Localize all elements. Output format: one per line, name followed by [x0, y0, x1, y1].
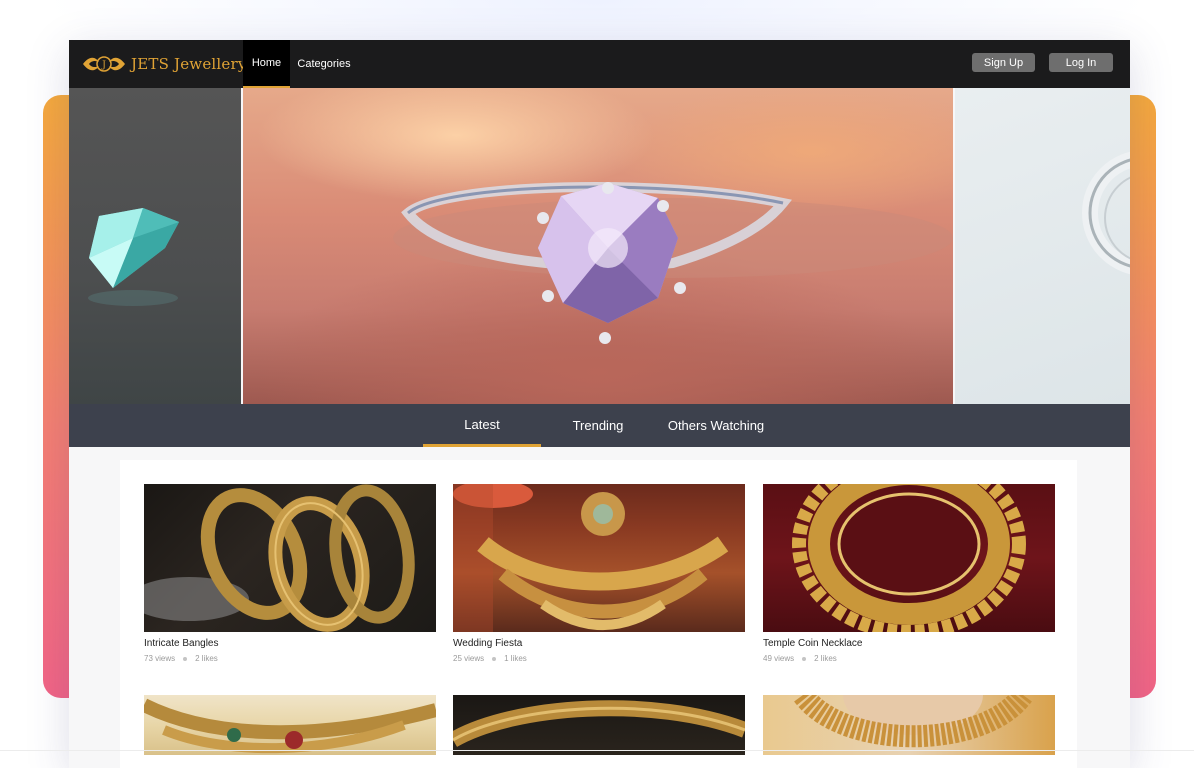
- item-meta: 25 views 1 likes: [453, 654, 745, 663]
- nav-tab-home[interactable]: Home: [243, 40, 290, 88]
- list-item[interactable]: [144, 695, 436, 755]
- brand-logo-icon: J: [83, 56, 125, 72]
- tab-latest[interactable]: Latest: [423, 404, 541, 447]
- item-likes: 2 likes: [195, 654, 218, 663]
- nav-tab-categories[interactable]: Categories: [293, 40, 355, 88]
- tab-others-watching[interactable]: Others Watching: [661, 404, 771, 447]
- list-item[interactable]: [453, 695, 745, 755]
- item-meta: 73 views 2 likes: [144, 654, 436, 663]
- app-window: J JETS Jewellery Home Categories Sign Up…: [69, 40, 1130, 768]
- svg-text:J: J: [101, 61, 106, 71]
- item-thumbnail[interactable]: [144, 484, 436, 632]
- gold-bangle-image: [453, 700, 745, 747]
- item-likes: 2 likes: [814, 654, 837, 663]
- diamond-image: [88, 208, 179, 306]
- hero-carousel[interactable]: [69, 88, 1130, 404]
- item-title[interactable]: Wedding Fiesta: [453, 638, 745, 649]
- item-thumbnail[interactable]: [453, 484, 745, 632]
- carousel-slide-next[interactable]: [955, 88, 1130, 404]
- silver-ring-image: [1082, 151, 1130, 275]
- temple-coin-necklace-image: [792, 484, 1026, 632]
- top-navbar: J JETS Jewellery Home Categories Sign Up…: [69, 40, 1130, 88]
- item-title[interactable]: Intricate Bangles: [144, 638, 436, 649]
- carousel-slide-prev[interactable]: [69, 88, 241, 404]
- wedding-necklace-image: [453, 484, 729, 632]
- feed-tabstrip: Latest Trending Others Watching: [69, 404, 1130, 447]
- item-likes: 1 likes: [504, 654, 527, 663]
- bangles-image: [144, 484, 415, 632]
- item-thumbnail[interactable]: [763, 695, 1055, 755]
- item-views: 25 views: [453, 654, 485, 663]
- list-item[interactable]: Intricate Bangles 73 views 2 likes: [144, 484, 436, 663]
- item-thumbnail[interactable]: [763, 484, 1055, 632]
- separator-dot-icon: [802, 656, 807, 661]
- item-meta: 49 views 2 likes: [763, 654, 1055, 663]
- item-thumbnail[interactable]: [453, 695, 745, 755]
- separator-dot-icon: [183, 656, 188, 661]
- page-bottom-divider: [0, 750, 1194, 751]
- diamond-ring-image: [393, 182, 953, 344]
- list-item[interactable]: Temple Coin Necklace 49 views 2 likes: [763, 484, 1055, 663]
- signup-button[interactable]: Sign Up: [972, 53, 1035, 72]
- list-item[interactable]: Wedding Fiesta 25 views 1 likes: [453, 484, 745, 663]
- brand[interactable]: J JETS Jewellery: [81, 52, 247, 76]
- list-item[interactable]: [763, 695, 1055, 755]
- carousel-slide-active[interactable]: [243, 88, 953, 404]
- item-thumbnail[interactable]: [144, 695, 436, 755]
- login-button[interactable]: Log In: [1049, 53, 1113, 72]
- tab-trending[interactable]: Trending: [559, 404, 637, 447]
- item-views: 73 views: [144, 654, 176, 663]
- brand-name: JETS Jewellery: [131, 55, 247, 73]
- kundan-necklace-image: [144, 698, 436, 754]
- item-title[interactable]: Temple Coin Necklace: [763, 638, 1055, 649]
- item-views: 49 views: [763, 654, 795, 663]
- feed-card: Intricate Bangles 73 views 2 likes Weddi…: [120, 460, 1077, 768]
- gold-mesh-necklace-image: [794, 695, 1032, 748]
- separator-dot-icon: [492, 656, 497, 661]
